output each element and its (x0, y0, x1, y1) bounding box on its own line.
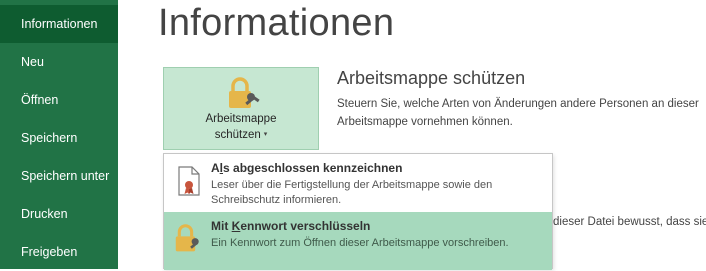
menu-item-title: Mit Kennwort verschlüsseln (211, 219, 371, 233)
menu-item-title: Als abgeschlossen kennzeichnen (211, 161, 403, 175)
protect-section-heading: Arbeitsmappe schützen (337, 68, 526, 88)
sidebar-item-speichern[interactable]: Speichern (0, 119, 118, 157)
protect-button-label: Arbeitsmappe schützen ▾ (205, 113, 277, 142)
background-info-text: dieser Datei bewusst, dass sie (553, 216, 706, 228)
protect-section-description: Steuern Sie, welche Arten von Änderungen… (337, 98, 699, 128)
menu-item-encrypt-with-password[interactable]: Mit Kennwort verschlüsseln Ein Kennwort … (164, 212, 552, 270)
sidebar-item-drucken[interactable]: Drucken (0, 195, 118, 233)
page-title: Informationen (158, 2, 395, 44)
menu-item-description: Leser über die Fertigstellung der Arbeit… (211, 179, 493, 206)
menu-item-mark-as-final[interactable]: Als abgeschlossen kennzeichnen Leser übe… (164, 154, 552, 210)
sidebar-item-oeffnen[interactable]: Öffnen (0, 81, 118, 119)
sidebar-item-speichern-unter[interactable]: Speichern unter (0, 157, 118, 195)
lock-key-icon (175, 224, 199, 252)
sidebar-item-freigeben[interactable]: Freigeben (0, 233, 118, 271)
menu-item-description: Ein Kennwort zum Öffnen dieser Arbeitsma… (211, 237, 509, 249)
chevron-down-icon: ▾ (263, 131, 268, 138)
document-final-icon (178, 166, 200, 196)
protect-workbook-menu: Als abgeschlossen kennzeichnen Leser übe… (163, 153, 553, 270)
sidebar-item-neu[interactable]: Neu (0, 43, 118, 81)
backstage-sidebar: Informationen Neu Öffnen Speichern Speic… (0, 0, 118, 269)
sidebar-item-informationen[interactable]: Informationen (0, 5, 118, 43)
protect-workbook-button[interactable]: Arbeitsmappe schützen ▾ (163, 67, 319, 150)
lock-key-icon (229, 77, 260, 108)
